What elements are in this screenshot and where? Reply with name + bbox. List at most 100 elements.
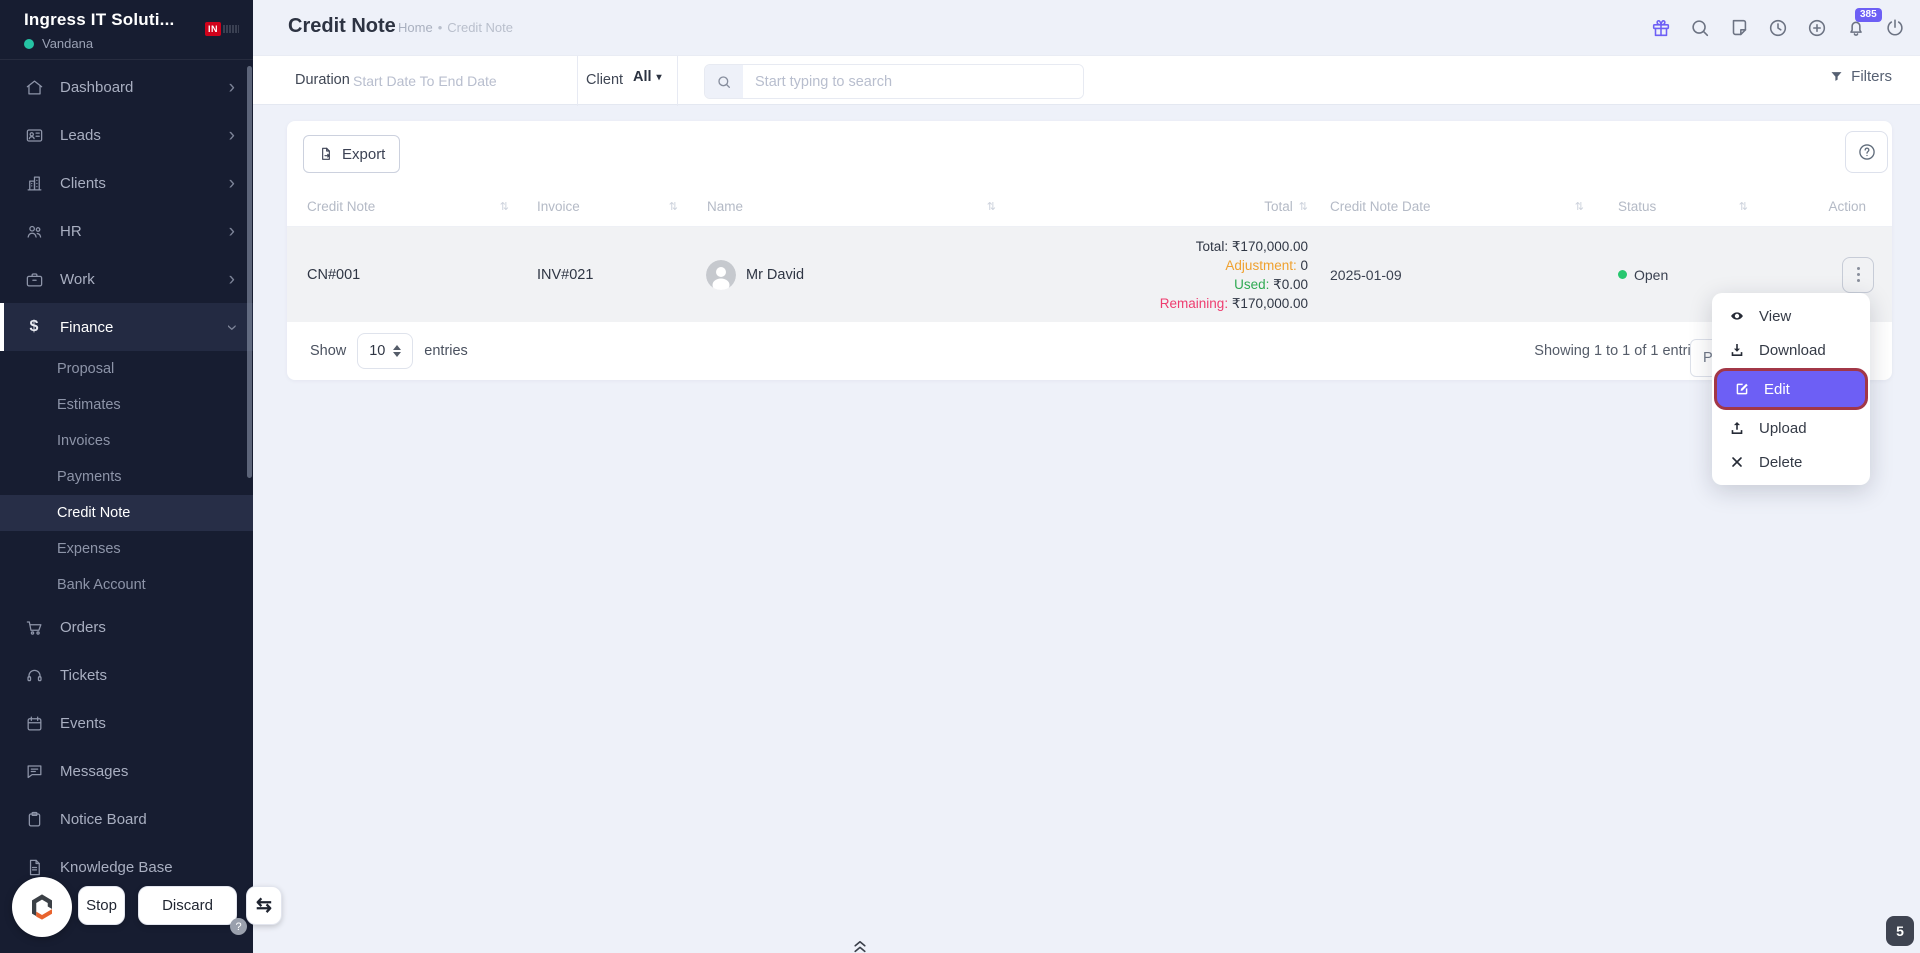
menu-item-view[interactable]: View <box>1712 299 1870 333</box>
edit-pencil-icon <box>1736 383 1748 395</box>
notifications-bell-icon[interactable]: 385 <box>1845 7 1882 39</box>
sort-icon[interactable]: ⇅ <box>1575 200 1584 213</box>
clipboard-icon <box>24 809 44 829</box>
sidebar-item-events[interactable]: Events <box>0 699 253 747</box>
export-file-icon <box>322 147 330 160</box>
page-number-badge: 5 <box>1886 916 1914 946</box>
divider <box>677 56 678 106</box>
action-cell <box>1770 256 1892 293</box>
help-bubble[interactable]: ? <box>230 918 247 935</box>
stop-button[interactable]: Stop <box>78 886 125 925</box>
menu-item-label: Delete <box>1759 453 1803 471</box>
sidebar-item-finance[interactable]: $ Finance › <box>0 303 253 351</box>
help-button[interactable] <box>1845 131 1888 173</box>
online-dot <box>24 38 34 49</box>
page-size-select[interactable]: 10 <box>357 333 414 369</box>
cart-icon <box>24 617 44 637</box>
sidebar-item-label: Events <box>60 714 106 732</box>
column-header: Status <box>1618 199 1657 214</box>
adjustment-value: 0 <box>1300 257 1308 273</box>
menu-item-download[interactable]: Download <box>1712 333 1870 367</box>
chevron-right-icon: › <box>228 172 235 194</box>
search-icon <box>705 65 743 98</box>
calendar-icon <box>24 713 44 733</box>
total-cell: Total: ₹170,000.00 Adjustment: 0 Used: ₹… <box>1064 237 1308 313</box>
search-icon[interactable] <box>1689 17 1711 39</box>
sidebar-subitem-invoices[interactable]: Invoices <box>0 423 253 459</box>
notification-count-badge: 385 <box>1855 7 1882 22</box>
breadcrumb-separator: • <box>437 20 443 35</box>
menu-item-delete[interactable]: Delete <box>1712 445 1870 479</box>
discard-button[interactable]: Discard <box>138 886 237 925</box>
logout-power-icon[interactable] <box>1884 17 1906 39</box>
sidebar-item-hr[interactable]: HR › <box>0 207 253 255</box>
spinner-arrows-icon <box>393 345 402 357</box>
message-icon <box>24 761 44 781</box>
avatar <box>706 259 736 290</box>
subitem-label: Payments <box>57 469 122 485</box>
show-label: Show <box>310 343 347 359</box>
sidebar-item-clients[interactable]: Clients › <box>0 159 253 207</box>
duration-date-range-input[interactable] <box>353 68 563 94</box>
sidebar-item-notice-board[interactable]: Notice Board <box>0 795 253 843</box>
sidebar-item-label: Finance <box>60 318 114 336</box>
subitem-label: Expenses <box>57 541 121 557</box>
notes-icon[interactable] <box>1728 17 1750 39</box>
sidebar-nav: Dashboard › Leads › Clients › HR › Work <box>0 63 253 891</box>
duration-label: Duration <box>295 72 350 88</box>
sidebar-subitem-proposal[interactable]: Proposal <box>0 351 253 387</box>
chevron-right-icon: › <box>228 76 235 98</box>
search-box <box>704 64 1084 99</box>
gift-icon[interactable] <box>1650 17 1672 39</box>
row-actions-menu-button[interactable] <box>1842 256 1874 293</box>
history-clock-icon[interactable] <box>1767 17 1789 39</box>
swap-arrows-button[interactable]: ⇆ <box>246 886 282 925</box>
breadcrumb-home[interactable]: Home <box>398 20 433 35</box>
column-header: Name <box>707 199 744 214</box>
sidebar-subitem-bank-account[interactable]: Bank Account <box>0 567 253 603</box>
menu-item-edit[interactable]: Edit <box>1714 368 1868 410</box>
sort-icon[interactable]: ⇅ <box>669 200 678 213</box>
filters-button[interactable]: Filters <box>1829 68 1892 85</box>
upload-icon <box>1731 422 1743 434</box>
remaining-value: ₹170,000.00 <box>1231 295 1308 311</box>
add-icon[interactable] <box>1806 17 1828 39</box>
sidebar-item-work[interactable]: Work › <box>0 255 253 303</box>
hr-users-icon <box>24 221 44 241</box>
client-select[interactable]: All ▾ <box>633 69 662 85</box>
export-label: Export <box>342 145 386 163</box>
card-toolbar: Export <box>287 121 1892 187</box>
menu-item-label: View <box>1759 307 1792 325</box>
sidebar-subitem-expenses[interactable]: Expenses <box>0 531 253 567</box>
sort-icon[interactable]: ⇅ <box>987 200 996 213</box>
sidebar-scrollbar[interactable] <box>247 66 252 478</box>
headset-icon <box>24 665 44 685</box>
search-input[interactable] <box>743 65 1083 98</box>
sidebar-header: Ingress IT Soluti... IN Vandana <box>0 0 253 60</box>
sort-icon[interactable]: ⇅ <box>500 200 509 213</box>
sidebar-subitem-credit-note[interactable]: Credit Note <box>0 495 253 531</box>
sidebar-item-dashboard[interactable]: Dashboard › <box>0 63 253 111</box>
total-value: ₹170,000.00 <box>1231 238 1308 254</box>
company-logo-mark: IN <box>205 22 221 36</box>
sidebar-item-messages[interactable]: Messages <box>0 747 253 795</box>
client-name: Mr David <box>746 266 805 283</box>
menu-item-upload[interactable]: Upload <box>1712 411 1870 445</box>
export-button[interactable]: Export <box>303 135 401 173</box>
subitem-label: Invoices <box>57 433 111 449</box>
sort-icon[interactable]: ⇅ <box>1739 200 1748 213</box>
adjustment-label: Adjustment: <box>1225 257 1297 273</box>
credit-note-date-cell: 2025-01-09 <box>1330 266 1402 283</box>
sidebar-item-label: Dashboard <box>60 78 134 96</box>
sidebar-subitem-estimates[interactable]: Estimates <box>0 387 253 423</box>
sidebar-item-leads[interactable]: Leads › <box>0 111 253 159</box>
filter-bar: Duration Client All ▾ Filters <box>253 55 1920 106</box>
sort-icon[interactable]: ⇅ <box>1299 200 1308 213</box>
assistant-logo-button[interactable] <box>12 877 72 937</box>
sidebar-item-tickets[interactable]: Tickets <box>0 651 253 699</box>
row-actions-dropdown: View Download Edit Upload Delete <box>1712 293 1870 485</box>
sidebar-item-orders[interactable]: Orders <box>0 603 253 651</box>
sidebar-subitem-payments[interactable]: Payments <box>0 459 253 495</box>
chevron-right-icon: › <box>228 220 235 242</box>
status-label: Open <box>1634 266 1669 283</box>
